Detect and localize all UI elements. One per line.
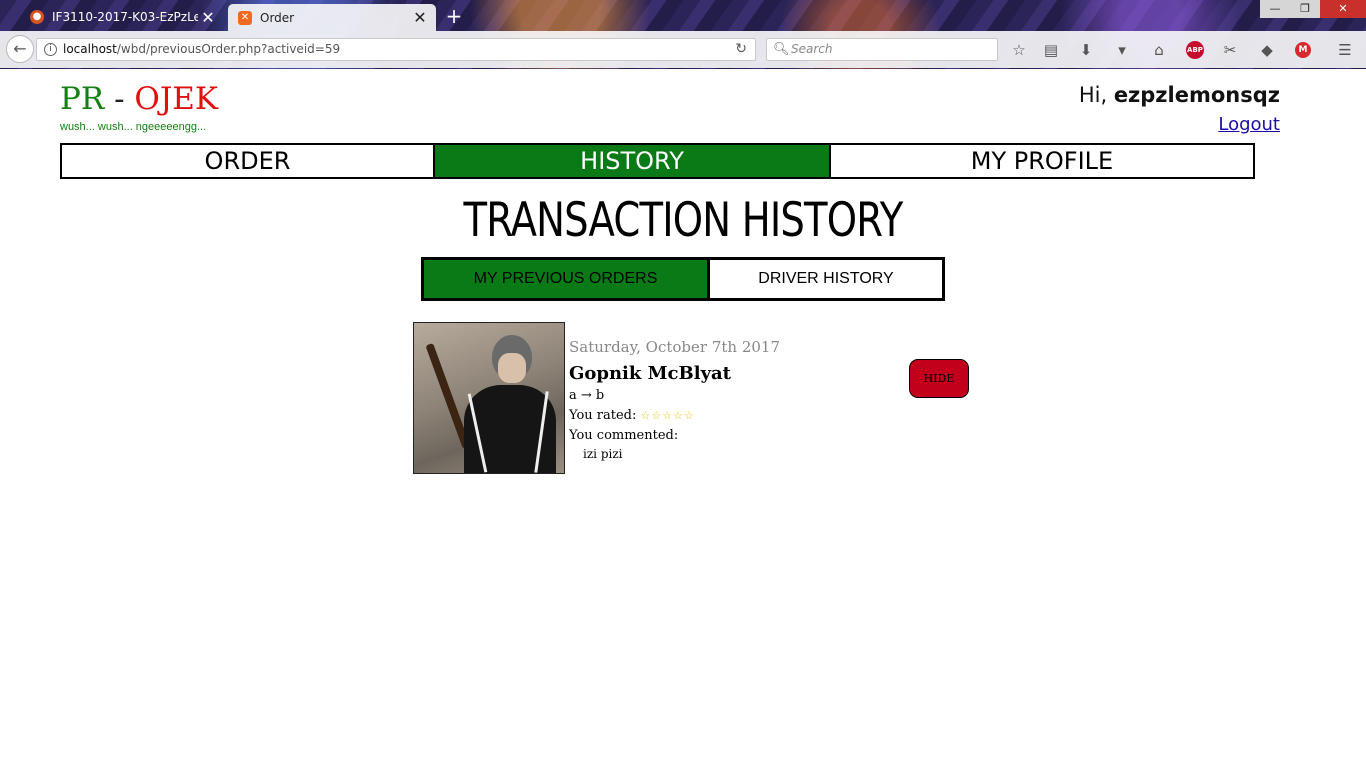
logo-pr: PR	[60, 81, 105, 117]
logout-link[interactable]: Logout	[1218, 114, 1280, 135]
url-bar[interactable]: i localhost/wbd/previousOrder.php?active…	[36, 38, 756, 61]
github-icon: ●	[30, 10, 44, 24]
rating-line: You rated: ☆☆☆☆☆	[569, 408, 695, 423]
tab-title: IF3110-2017-K03-EzPzLemon	[52, 10, 198, 24]
search-input[interactable]: 🔍︎ Search	[766, 38, 998, 61]
order-date: Saturday, October 7th 2017	[569, 338, 780, 356]
tab-title: Order	[260, 10, 295, 25]
order-item: Saturday, October 7th 2017 Gopnik McBlya…	[413, 322, 973, 474]
tab-order[interactable]: ✕ Order ✕	[228, 4, 436, 31]
username: ezpzlemonsqz	[1113, 83, 1280, 107]
maximize-button[interactable]: ❐	[1290, 0, 1320, 18]
download-icon[interactable]: ⬇	[1075, 39, 1097, 61]
search-icon: 🔍︎	[773, 42, 790, 57]
url-host: localhost	[63, 42, 117, 56]
rating-stars-icon: ☆☆☆☆☆	[640, 409, 695, 422]
search-placeholder: Search	[791, 42, 833, 56]
user-greeting: Hi, ezpzlemonsqz	[1079, 83, 1280, 107]
home-icon[interactable]: ⌂	[1148, 39, 1170, 61]
order-route: a → b	[569, 388, 605, 403]
close-window-button[interactable]: ✕	[1320, 0, 1366, 18]
adblock-icon[interactable]: ABP	[1186, 41, 1204, 59]
nav-history[interactable]: HISTORY	[435, 145, 831, 177]
pocket-icon[interactable]: ▾	[1111, 39, 1133, 61]
reload-icon[interactable]: ↻	[735, 39, 747, 60]
new-tab-button[interactable]: +	[443, 4, 465, 28]
logo-separator: -	[114, 81, 125, 117]
browser-chrome: ● IF3110-2017-K03-EzPzLemon ✕ ✕ Order ✕ …	[0, 0, 1366, 69]
rated-label: You rated:	[569, 408, 637, 423]
hide-button[interactable]: HIDE	[909, 359, 969, 398]
comment-text: izi pizi	[583, 447, 623, 461]
back-button[interactable]: ←	[6, 35, 34, 63]
commented-label: You commented:	[569, 428, 679, 443]
minimize-button[interactable]: —	[1260, 0, 1290, 18]
nav-my-profile[interactable]: MY PROFILE	[831, 145, 1253, 177]
extension-icon[interactable]: ◆	[1256, 39, 1278, 61]
driver-name: Gopnik McBlyat	[569, 363, 731, 384]
menu-icon[interactable]: ☰	[1334, 39, 1356, 61]
tab-github[interactable]: ● IF3110-2017-K03-EzPzLemon ✕	[20, 4, 224, 30]
tagline: wush... wush... ngeeeeengg...	[60, 121, 207, 133]
close-icon[interactable]: ✕	[410, 8, 430, 27]
browser-navbar: ← i localhost/wbd/previousOrder.php?acti…	[0, 31, 1366, 68]
history-subtabs: MY PREVIOUS ORDERS DRIVER HISTORY	[421, 257, 945, 301]
tab-my-previous-orders[interactable]: MY PREVIOUS ORDERS	[424, 260, 710, 298]
url-path: /wbd/previousOrder.php?activeid=59	[116, 42, 341, 56]
xampp-icon: ✕	[238, 10, 252, 25]
info-icon[interactable]: i	[44, 43, 57, 56]
main-nav: ORDER HISTORY MY PROFILE	[60, 143, 1255, 179]
reading-list-icon[interactable]: ▤	[1040, 39, 1062, 61]
logo-ojek: OJEK	[134, 81, 219, 117]
page-title: TRANSACTION HISTORY	[463, 193, 903, 248]
page: PR - OJEK wush... wush... ngeeeeengg... …	[0, 69, 1366, 768]
close-icon[interactable]: ✕	[198, 8, 218, 27]
tab-driver-history[interactable]: DRIVER HISTORY	[710, 260, 942, 298]
driver-photo	[413, 322, 565, 474]
screenshot-icon[interactable]: ✂	[1219, 39, 1241, 61]
greeting-prefix: Hi,	[1078, 83, 1108, 107]
site-logo: PR - OJEK	[60, 81, 218, 117]
mega-icon[interactable]: M	[1295, 42, 1311, 58]
nav-order[interactable]: ORDER	[62, 145, 435, 177]
bookmark-star-icon[interactable]: ☆	[1008, 39, 1030, 61]
